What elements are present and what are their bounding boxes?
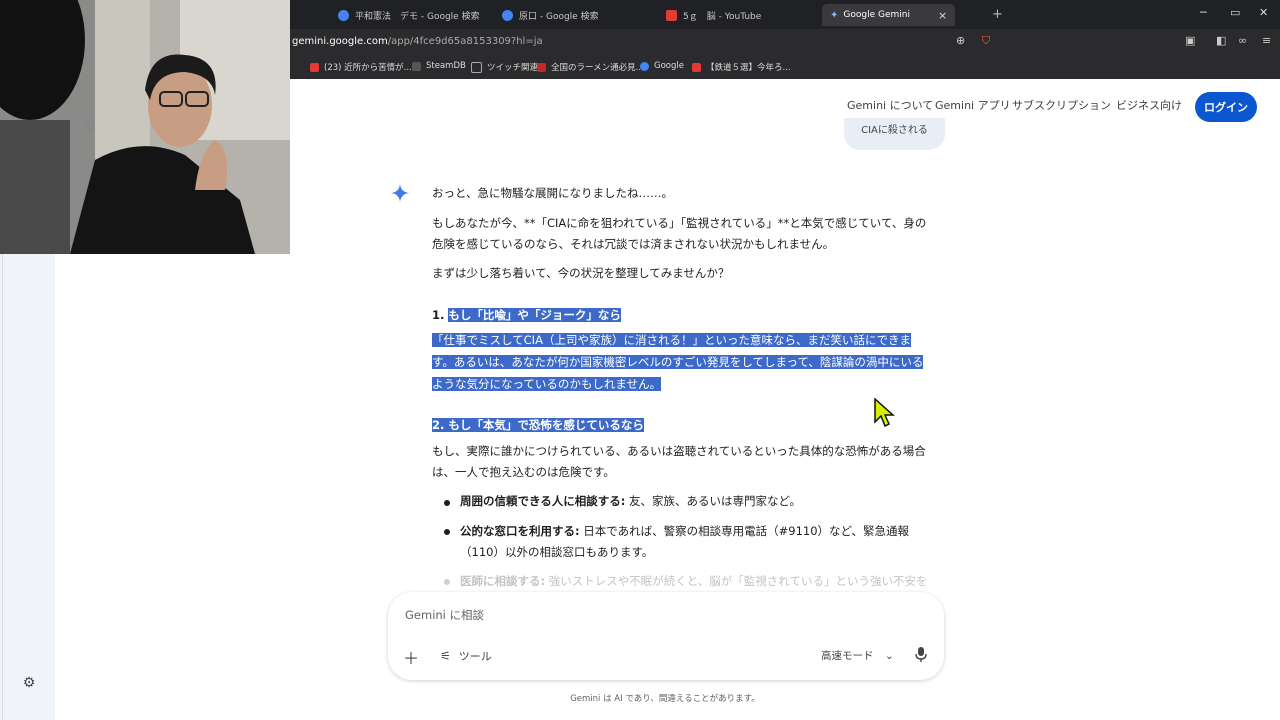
list-item-text: 日本であれば、警察の相談専用電話（#9110）など、緊急通報 <box>579 524 909 538</box>
response-paragraph: 危険を感じているのなら、それは冗談では済まされない状況かもしれません。 <box>432 237 835 251</box>
zoom-icon[interactable]: ⊕ <box>956 34 965 47</box>
list-item-text: 友、家族、あるいは専門家など。 <box>625 494 801 508</box>
user-message-bubble: CIAに殺される <box>844 118 945 150</box>
left-sidebar <box>0 254 55 720</box>
bookmark-item[interactable]: (23) 近所から苦情が... <box>310 61 412 73</box>
section-title: もし「比喩」や「ジョーク」なら <box>448 308 621 322</box>
streamer-camera-image <box>0 0 290 254</box>
list-item: 医師に相談する: 強いストレスや不眠が続くと、脳が「監視されている」という強い不… <box>460 571 927 592</box>
site-icon <box>537 62 546 72</box>
new-tab-button[interactable]: + <box>992 7 1003 22</box>
cast-icon[interactable]: ▣ <box>1185 34 1195 47</box>
list-item-continuation: （110）以外の相談窓口もあります。 <box>460 545 654 559</box>
webcam-overlay <box>0 0 290 254</box>
gemini-spark-icon: ✦ <box>830 9 839 21</box>
response-paragraph: まずは少し落ち着いて、今の状況を整理してみませんか？ <box>432 266 730 280</box>
highlighted-text: ような気分になっているのかもしれません。 <box>432 374 662 395</box>
bookmark-item[interactable]: 全国のラーメン通必見... <box>537 61 644 73</box>
tab-title: 5ｇ 脳 - YouTube <box>683 11 762 22</box>
response-paragraph: は、一人で抱え込むのは危険です。 <box>432 465 615 479</box>
bookmark-label: SteamDB <box>426 61 466 71</box>
tab-search-2[interactable]: 原口 - Google 検索 <box>502 5 599 25</box>
sidebar-divider <box>2 254 3 720</box>
response-paragraph: もし、実際に誰かにつけられている、あるいは盗聴されているといった具体的な恐怖があ… <box>432 444 926 458</box>
tools-label: ツール <box>458 650 492 663</box>
prompt-input-box[interactable] <box>388 592 944 680</box>
bookmark-label: 全国のラーメン通必見... <box>551 63 644 73</box>
tab-title: Google Gemini <box>843 10 910 20</box>
gemini-spark-icon <box>391 184 409 202</box>
text-line: す。あるいは、あなたが何か国家機密レベルのすごい発見をしてしまって、陰謀論の渦中… <box>432 355 924 369</box>
section-heading: 1. もし「比喩」や「ジョーク」なら <box>432 305 621 326</box>
list-item: 公的な窓口を利用する: 日本であれば、警察の相談専用電話（#9110）など、緊急… <box>460 521 909 542</box>
login-button[interactable]: ログイン <box>1195 92 1257 122</box>
nav-business[interactable]: ビジネス向け <box>1116 97 1182 113</box>
user-message-text: CIAに殺される <box>861 125 928 136</box>
list-item-bold: 周囲の信頼できる人に相談する: <box>460 494 626 508</box>
google-icon <box>502 9 513 21</box>
response-paragraph: もしあなたが今、**「CIAに命を狙われている」「監視されている」**と本気で感… <box>432 216 927 230</box>
tab-youtube[interactable]: 5ｇ 脳 - YouTube <box>666 5 761 25</box>
bookmark-item[interactable]: Google <box>640 61 684 71</box>
sidebar-toggle-icon[interactable]: ◧ <box>1216 34 1226 47</box>
youtube-icon <box>666 9 677 21</box>
tab-title: 原口 - Google 検索 <box>519 11 599 22</box>
list-item-bold: 医師に相談する: <box>460 574 546 588</box>
maximize-icon[interactable]: ▭ <box>1230 6 1240 19</box>
reader-glasses-icon[interactable]: ∞ <box>1238 34 1247 47</box>
steamdb-icon <box>412 61 421 71</box>
text-line: 「仕事でミスしてCIA（上司や家族）に消される！」といった意味なら、まだ笑い話に… <box>432 333 911 347</box>
disclaimer: Gemini は AI であり、間違えることがあります。 <box>570 694 760 704</box>
brave-shield-icon[interactable]: ⛉ <box>982 34 990 48</box>
section-number: 1. <box>432 308 445 322</box>
folder-icon <box>471 61 482 73</box>
bullet-dot <box>444 579 450 585</box>
list-item: 周囲の信頼できる人に相談する: 友、家族、あるいは専門家など。 <box>460 491 801 512</box>
url-path: /app/4fce9d65a8153309?hl=ja <box>387 36 543 47</box>
mode-label: 高速モード <box>821 650 874 662</box>
prompt-input[interactable]: Gemini に相談 <box>405 607 484 623</box>
mode-selector[interactable]: 高速モード ⌄ <box>821 648 894 663</box>
close-window-icon[interactable]: ✕ <box>1259 6 1268 19</box>
add-attachment-button[interactable]: ＋ <box>403 645 419 669</box>
bookmark-label: Google <box>654 61 684 71</box>
list-item-text: 強いストレスや不眠が続くと、脳が「監視されている」という強い不安を <box>545 574 928 588</box>
highlighted-text: す。あるいは、あなたが何か国家機密レベルのすごい発見をしてしまって、陰謀論の渦中… <box>432 352 924 373</box>
microphone-icon[interactable] <box>914 646 928 662</box>
menu-icon[interactable]: ≡ <box>1262 34 1271 47</box>
bookmark-item[interactable]: 【鉄道５選】今年ろ... <box>692 61 791 73</box>
youtube-icon <box>692 62 701 72</box>
url-host: gemini.google.com <box>292 36 388 47</box>
tools-button[interactable]: ⚟ ツール <box>440 648 492 664</box>
tab-title: 平和憲法 デモ - Google 検索 <box>355 11 480 22</box>
section-title: 2. もし「本気」で恐怖を感じているなら <box>432 418 644 432</box>
nav-app[interactable]: Gemini アプリ <box>935 97 1011 113</box>
nav-subscription[interactable]: サブスクリプション <box>1012 97 1111 113</box>
bookmark-item[interactable]: ツイッチ関連 <box>471 61 538 73</box>
settings-gear-icon[interactable]: ⚙ <box>20 674 38 692</box>
bookmark-item[interactable]: SteamDB <box>412 61 466 71</box>
bullet-dot <box>444 529 450 535</box>
url-text[interactable]: gemini.google.com/app/4fce9d65a8153309?h… <box>292 36 543 47</box>
bookmark-label: ツイッチ関連 <box>487 63 539 73</box>
chevron-down-icon: ⌄ <box>884 650 894 662</box>
bookmark-label: (23) 近所から苦情が... <box>324 63 412 73</box>
bullet-dot <box>444 500 450 506</box>
tab-search-1[interactable]: 平和憲法 デモ - Google 検索 <box>338 5 480 25</box>
minimize-icon[interactable]: ─ <box>1200 6 1207 19</box>
tab-gemini[interactable]: ✦ Google Gemini × <box>822 4 956 26</box>
mouse-cursor-icon <box>874 398 895 428</box>
response-intro: おっと、急に物騒な展開になりましたね……。 <box>432 186 674 200</box>
close-tab-icon[interactable]: × <box>938 9 947 22</box>
bookmark-label: 【鉄道５選】今年ろ... <box>706 63 791 73</box>
highlighted-text: 「仕事でミスしてCIA（上司や家族）に消される！」といった意味なら、まだ笑い話に… <box>432 330 911 351</box>
section-heading: 2. もし「本気」で恐怖を感じているなら <box>432 415 644 436</box>
nav-about[interactable]: Gemini について <box>847 97 933 113</box>
google-icon <box>338 9 349 21</box>
youtube-icon <box>310 62 319 72</box>
tools-sliders-icon: ⚟ <box>440 649 451 663</box>
google-icon <box>640 61 649 71</box>
text-line: ような気分になっているのかもしれません。 <box>432 377 662 391</box>
list-item-bold: 公的な窓口を利用する: <box>460 524 580 538</box>
